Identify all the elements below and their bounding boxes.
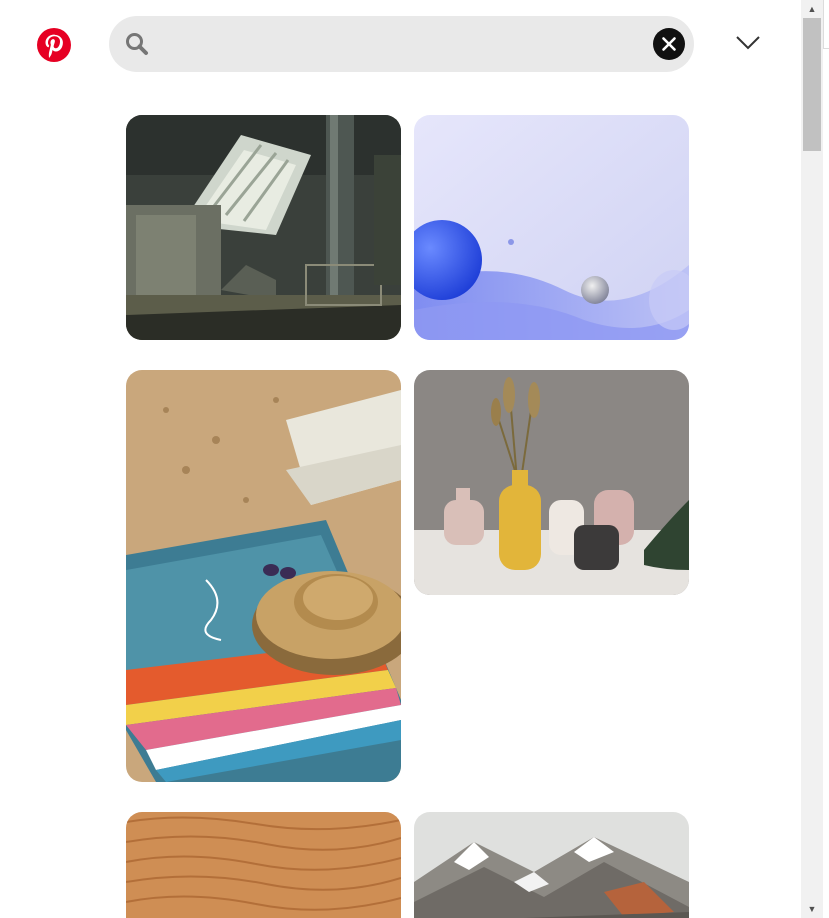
chevron-down-icon[interactable] bbox=[734, 32, 762, 56]
search-icon bbox=[124, 31, 150, 57]
search-input[interactable] bbox=[161, 26, 645, 64]
close-icon bbox=[653, 28, 685, 60]
window-edge-corner bbox=[823, 48, 829, 49]
scroll-down-arrow[interactable]: ▼ bbox=[801, 900, 823, 918]
pin-blue-spheres-image[interactable] bbox=[414, 115, 689, 340]
clear-search-button[interactable] bbox=[653, 28, 685, 60]
pinterest-logo-icon[interactable] bbox=[36, 27, 72, 63]
pin-sand-dunes-image[interactable] bbox=[126, 812, 401, 918]
pin-snowy-mountains-image[interactable] bbox=[414, 812, 689, 918]
pinterest-page: ▲ ▼ bbox=[0, 0, 829, 918]
pin-subway-station-image[interactable] bbox=[126, 115, 401, 340]
pin-vases-image[interactable] bbox=[414, 370, 689, 595]
search-bar bbox=[109, 16, 694, 72]
window-edge bbox=[823, 0, 824, 48]
scroll-up-arrow[interactable]: ▲ bbox=[801, 0, 823, 18]
scroll-thumb[interactable] bbox=[803, 18, 821, 151]
vertical-scrollbar[interactable]: ▲ ▼ bbox=[801, 0, 823, 918]
pin-beach-towel-image[interactable] bbox=[126, 370, 401, 782]
